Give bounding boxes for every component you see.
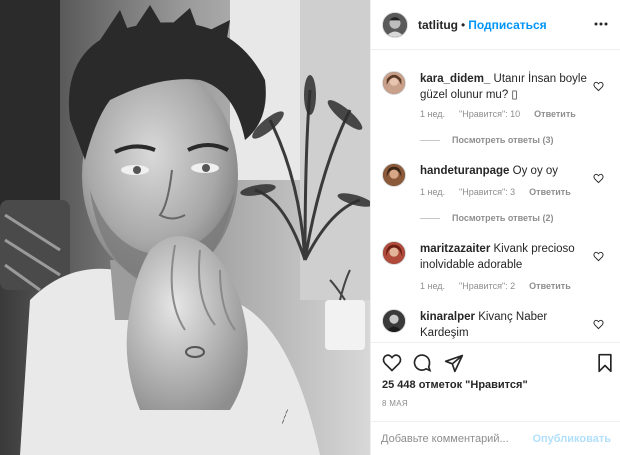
add-comment-bar: Опубликовать <box>371 421 620 455</box>
heart-icon[interactable] <box>593 171 604 189</box>
commenter-avatar-image <box>383 310 405 332</box>
comment-username[interactable]: handeturanpage <box>420 165 509 177</box>
comment-text: handeturanpage Oy oy oy <box>420 163 590 179</box>
heart-icon[interactable] <box>382 353 402 378</box>
comment-text: kara_didem_ Utanır İnsan boyle güzel olu… <box>420 71 590 103</box>
selfie-photo: ~~~ <box>0 0 370 455</box>
instagram-post: ~~~ tatlitug • Подписаться kara_didem_ U… <box>0 0 620 455</box>
comment-time[interactable]: 1 нед. <box>420 281 445 291</box>
avatar[interactable] <box>382 71 406 95</box>
view-replies-label: Посмотреть ответы (2) <box>452 213 554 223</box>
post-header: tatlitug • Подписаться <box>371 0 620 50</box>
divider-line <box>420 139 440 141</box>
post-date[interactable]: 8 МАЯ <box>382 399 408 408</box>
avatar[interactable] <box>382 163 406 187</box>
comment-likes[interactable]: "Нравится": 2 <box>459 281 515 291</box>
view-replies-button[interactable]: Посмотреть ответы (2) <box>420 213 553 223</box>
commenter-avatar-image <box>383 72 405 94</box>
comment-meta: 1 нед. "Нравится": 10 Ответить <box>420 109 590 119</box>
comment-likes[interactable]: "Нравится": 10 <box>459 109 520 119</box>
bookmark-icon[interactable] <box>596 353 614 378</box>
heart-icon[interactable] <box>593 317 604 335</box>
comment-meta: 1 нед. "Нравится": 3 Ответить <box>420 187 585 197</box>
user-avatar-image <box>383 12 407 37</box>
comment-body: Oy oy oy <box>512 165 559 177</box>
reply-button[interactable]: Ответить <box>534 109 576 119</box>
reply-button[interactable]: Ответить <box>529 187 571 197</box>
share-icon[interactable] <box>444 353 464 378</box>
separator-dot: • <box>461 17 466 32</box>
comment-username[interactable]: kara_didem_ <box>420 73 490 85</box>
comment-time[interactable]: 1 нед. <box>420 187 445 197</box>
likes-count[interactable]: 25 448 отметок "Нравится" <box>382 379 528 391</box>
comment-meta: 1 нед. "Нравится": 2 Ответить <box>420 281 585 291</box>
comment-username[interactable]: kinaralper <box>420 311 475 323</box>
avatar[interactable] <box>382 11 408 38</box>
reply-button[interactable]: Ответить <box>529 281 571 291</box>
commenter-avatar-image <box>383 164 405 186</box>
view-replies-button[interactable]: Посмотреть ответы (3) <box>420 135 553 145</box>
view-replies-label: Посмотреть ответы (3) <box>452 135 554 145</box>
divider-line <box>420 217 440 219</box>
heart-icon[interactable] <box>593 249 604 267</box>
post-photo[interactable]: ~~~ <box>0 0 370 455</box>
comment-input[interactable] <box>381 432 531 445</box>
comment-text: maritzazaiter Kivank precioso inolvidabl… <box>420 241 590 273</box>
avatar[interactable] <box>382 309 406 333</box>
comment-likes[interactable]: "Нравится": 3 <box>459 187 515 197</box>
comments-list: kara_didem_ Utanır İnsan boyle güzel olu… <box>371 51 620 341</box>
commenter-avatar-image <box>383 242 405 264</box>
comment-time[interactable]: 1 нед. <box>420 109 445 119</box>
header-username[interactable]: tatlitug <box>418 18 458 32</box>
comment-icon[interactable] <box>412 353 432 378</box>
more-options-icon[interactable] <box>593 16 609 37</box>
comment-text: kinaralper Kivanç Naber Kardeşim <box>420 309 590 341</box>
follow-button[interactable]: Подписаться <box>468 18 546 32</box>
heart-icon[interactable] <box>593 79 604 97</box>
comment-username[interactable]: maritzazaiter <box>420 243 490 255</box>
avatar[interactable] <box>382 241 406 265</box>
publish-button[interactable]: Опубликовать <box>532 433 611 445</box>
post-sidebar: tatlitug • Подписаться kara_didem_ Utanı… <box>370 0 620 455</box>
